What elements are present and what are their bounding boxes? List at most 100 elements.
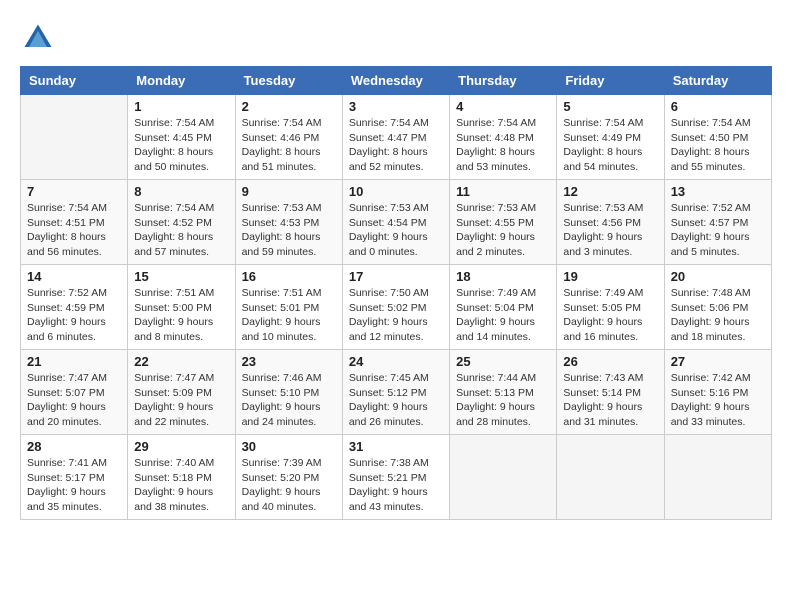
calendar-cell: 21 Sunrise: 7:47 AM Sunset: 5:07 PM Dayli… (21, 350, 128, 435)
calendar-cell: 25Sunrise: 7:44 AM Sunset: 5:13 PM Dayli… (450, 350, 557, 435)
day-info: Sunrise: 7:39 AM Sunset: 5:20 PM Dayligh… (242, 456, 336, 515)
calendar-cell: 16 Sunrise: 7:51 AM Sunset: 5:01 PM Dayli… (235, 265, 342, 350)
day-info: Sunrise: 7:45 AM Sunset: 5:12 PM Dayligh… (349, 371, 443, 430)
day-number: 26 (563, 354, 657, 369)
calendar-cell (21, 95, 128, 180)
day-info: Sunrise: 7:51 AM Sunset: 5:01 PM Dayligh… (242, 286, 336, 345)
day-number: 7 (27, 184, 121, 199)
day-number: 15 (134, 269, 228, 284)
day-number: 21 (27, 354, 121, 369)
day-number: 11 (456, 184, 550, 199)
day-number: 12 (563, 184, 657, 199)
day-number: 20 (671, 269, 765, 284)
day-info: Sunrise: 7:40 AM Sunset: 5:18 PM Dayligh… (134, 456, 228, 515)
calendar-cell: 12Sunrise: 7:53 AM Sunset: 4:56 PM Dayli… (557, 180, 664, 265)
calendar-cell: 19Sunrise: 7:49 AM Sunset: 5:05 PM Dayli… (557, 265, 664, 350)
calendar-cell: 17 Sunrise: 7:50 AM Sunset: 5:02 PM Dayli… (342, 265, 449, 350)
day-info: Sunrise: 7:54 AM Sunset: 4:51 PM Dayligh… (27, 201, 121, 260)
day-number: 10 (349, 184, 443, 199)
day-info: Sunrise: 7:41 AM Sunset: 5:17 PM Dayligh… (27, 456, 121, 515)
calendar-cell (557, 435, 664, 520)
calendar-cell: 22 Sunrise: 7:47 AM Sunset: 5:09 PM Dayli… (128, 350, 235, 435)
calendar-week-row: 21 Sunrise: 7:47 AM Sunset: 5:07 PM Dayli… (21, 350, 772, 435)
column-header-monday: Monday (128, 67, 235, 95)
calendar-cell: 28Sunrise: 7:41 AM Sunset: 5:17 PM Dayli… (21, 435, 128, 520)
calendar-cell: 20 Sunrise: 7:48 AM Sunset: 5:06 PM Dayli… (664, 265, 771, 350)
column-header-sunday: Sunday (21, 67, 128, 95)
day-number: 29 (134, 439, 228, 454)
calendar-cell: 15 Sunrise: 7:51 AM Sunset: 5:00 PM Dayli… (128, 265, 235, 350)
day-info: Sunrise: 7:54 AM Sunset: 4:49 PM Dayligh… (563, 116, 657, 175)
calendar-cell: 26 Sunrise: 7:43 AM Sunset: 5:14 PM Dayli… (557, 350, 664, 435)
day-info: Sunrise: 7:42 AM Sunset: 5:16 PM Dayligh… (671, 371, 765, 430)
calendar-cell: 14 Sunrise: 7:52 AM Sunset: 4:59 PM Dayli… (21, 265, 128, 350)
calendar-cell: 7 Sunrise: 7:54 AM Sunset: 4:51 PM Daylig… (21, 180, 128, 265)
day-info: Sunrise: 7:49 AM Sunset: 5:04 PM Dayligh… (456, 286, 550, 345)
day-info: Sunrise: 7:54 AM Sunset: 4:46 PM Dayligh… (242, 116, 336, 175)
calendar-cell: 23Sunrise: 7:46 AM Sunset: 5:10 PM Dayli… (235, 350, 342, 435)
day-number: 8 (134, 184, 228, 199)
day-number: 16 (242, 269, 336, 284)
day-number: 31 (349, 439, 443, 454)
calendar-header-row: SundayMondayTuesdayWednesdayThursdayFrid… (21, 67, 772, 95)
day-number: 22 (134, 354, 228, 369)
day-number: 4 (456, 99, 550, 114)
day-number: 23 (242, 354, 336, 369)
calendar-cell: 18 Sunrise: 7:49 AM Sunset: 5:04 PM Dayli… (450, 265, 557, 350)
day-info: Sunrise: 7:53 AM Sunset: 4:55 PM Dayligh… (456, 201, 550, 260)
column-header-wednesday: Wednesday (342, 67, 449, 95)
day-info: Sunrise: 7:47 AM Sunset: 5:09 PM Dayligh… (134, 371, 228, 430)
day-info: Sunrise: 7:53 AM Sunset: 4:54 PM Dayligh… (349, 201, 443, 260)
day-info: Sunrise: 7:38 AM Sunset: 5:21 PM Dayligh… (349, 456, 443, 515)
day-info: Sunrise: 7:50 AM Sunset: 5:02 PM Dayligh… (349, 286, 443, 345)
day-info: Sunrise: 7:43 AM Sunset: 5:14 PM Dayligh… (563, 371, 657, 430)
column-header-thursday: Thursday (450, 67, 557, 95)
calendar-cell: 30 Sunrise: 7:39 AM Sunset: 5:20 PM Dayli… (235, 435, 342, 520)
day-number: 17 (349, 269, 443, 284)
day-info: Sunrise: 7:54 AM Sunset: 4:47 PM Dayligh… (349, 116, 443, 175)
calendar-cell: 5 Sunrise: 7:54 AM Sunset: 4:49 PM Daylig… (557, 95, 664, 180)
day-number: 27 (671, 354, 765, 369)
day-info: Sunrise: 7:44 AM Sunset: 5:13 PM Dayligh… (456, 371, 550, 430)
day-number: 14 (27, 269, 121, 284)
calendar-cell: 10 Sunrise: 7:53 AM Sunset: 4:54 PM Dayli… (342, 180, 449, 265)
day-number: 9 (242, 184, 336, 199)
column-header-saturday: Saturday (664, 67, 771, 95)
day-info: Sunrise: 7:54 AM Sunset: 4:52 PM Dayligh… (134, 201, 228, 260)
calendar-cell: 6Sunrise: 7:54 AM Sunset: 4:50 PM Daylig… (664, 95, 771, 180)
calendar-cell: 31 Sunrise: 7:38 AM Sunset: 5:21 PM Dayli… (342, 435, 449, 520)
calendar-week-row: 14 Sunrise: 7:52 AM Sunset: 4:59 PM Dayli… (21, 265, 772, 350)
calendar-week-row: 7 Sunrise: 7:54 AM Sunset: 4:51 PM Daylig… (21, 180, 772, 265)
calendar-cell (450, 435, 557, 520)
day-info: Sunrise: 7:47 AM Sunset: 5:07 PM Dayligh… (27, 371, 121, 430)
calendar-cell: 11 Sunrise: 7:53 AM Sunset: 4:55 PM Dayli… (450, 180, 557, 265)
calendar-cell: 1 Sunrise: 7:54 AM Sunset: 4:45 PM Daylig… (128, 95, 235, 180)
day-number: 13 (671, 184, 765, 199)
calendar-cell: 9 Sunrise: 7:53 AM Sunset: 4:53 PM Daylig… (235, 180, 342, 265)
logo-icon (20, 20, 56, 56)
calendar-week-row: 28Sunrise: 7:41 AM Sunset: 5:17 PM Dayli… (21, 435, 772, 520)
calendar-cell: 8 Sunrise: 7:54 AM Sunset: 4:52 PM Daylig… (128, 180, 235, 265)
day-number: 5 (563, 99, 657, 114)
page-header (20, 20, 772, 56)
calendar-table: SundayMondayTuesdayWednesdayThursdayFrid… (20, 66, 772, 520)
day-number: 3 (349, 99, 443, 114)
day-number: 30 (242, 439, 336, 454)
day-number: 6 (671, 99, 765, 114)
day-info: Sunrise: 7:53 AM Sunset: 4:53 PM Dayligh… (242, 201, 336, 260)
day-info: Sunrise: 7:48 AM Sunset: 5:06 PM Dayligh… (671, 286, 765, 345)
day-info: Sunrise: 7:52 AM Sunset: 4:57 PM Dayligh… (671, 201, 765, 260)
calendar-cell: 4Sunrise: 7:54 AM Sunset: 4:48 PM Daylig… (450, 95, 557, 180)
calendar-cell: 13 Sunrise: 7:52 AM Sunset: 4:57 PM Dayli… (664, 180, 771, 265)
day-number: 18 (456, 269, 550, 284)
calendar-cell: 27 Sunrise: 7:42 AM Sunset: 5:16 PM Dayli… (664, 350, 771, 435)
day-info: Sunrise: 7:52 AM Sunset: 4:59 PM Dayligh… (27, 286, 121, 345)
day-number: 1 (134, 99, 228, 114)
day-number: 19 (563, 269, 657, 284)
logo (20, 20, 60, 56)
day-info: Sunrise: 7:51 AM Sunset: 5:00 PM Dayligh… (134, 286, 228, 345)
column-header-friday: Friday (557, 67, 664, 95)
day-info: Sunrise: 7:54 AM Sunset: 4:45 PM Dayligh… (134, 116, 228, 175)
day-number: 2 (242, 99, 336, 114)
calendar-cell (664, 435, 771, 520)
